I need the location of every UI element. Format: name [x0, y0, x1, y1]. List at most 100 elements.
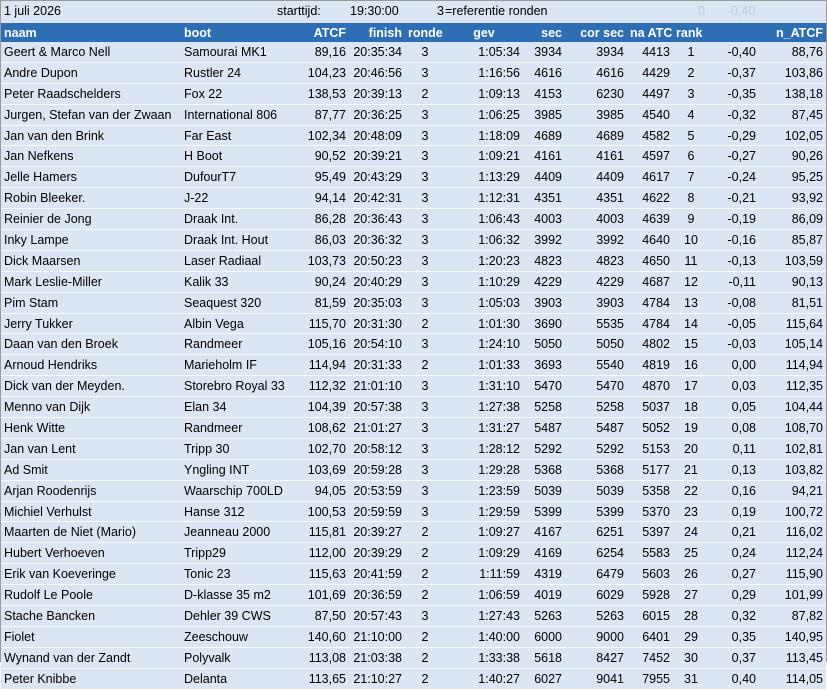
- cell-atcf[interactable]: 102,70: [293, 438, 349, 460]
- cell-boot[interactable]: Polyvalk: [181, 647, 293, 669]
- cell-correction[interactable]: 0,37: [709, 647, 759, 669]
- cell-cor-sec[interactable]: 3985: [565, 104, 627, 126]
- cell-atcf[interactable]: 94,05: [293, 480, 349, 502]
- cell-atcf[interactable]: 95,49: [293, 166, 349, 189]
- cell-sec[interactable]: 4409: [523, 166, 565, 189]
- cell-sec[interactable]: 4003: [523, 208, 565, 231]
- cell-n-atcf[interactable]: 108,70: [759, 417, 826, 439]
- cell-naam[interactable]: Stache Bancken: [1, 605, 181, 627]
- cell-n-atcf[interactable]: 114,05: [759, 668, 826, 690]
- cell-sec[interactable]: 4319: [523, 563, 565, 586]
- cell-ronde[interactable]: 3: [405, 501, 445, 523]
- cell-sec[interactable]: 4823: [523, 250, 565, 272]
- cell-n-atcf[interactable]: 105,14: [759, 333, 826, 356]
- cell-ronde[interactable]: 3: [405, 250, 445, 272]
- cell-n-atcf[interactable]: 114,94: [759, 354, 826, 377]
- cell-cor-sec[interactable]: 3934: [565, 42, 627, 63]
- cell-finish[interactable]: 20:46:56: [349, 62, 405, 84]
- cell-correction[interactable]: 0,32: [709, 605, 759, 627]
- cell-n-atcf[interactable]: 100,72: [759, 501, 826, 523]
- cell-naam[interactable]: Mark Leslie-Miller: [1, 271, 181, 293]
- cell-rank[interactable]: 10: [673, 229, 709, 251]
- cell-sec[interactable]: 5039: [523, 480, 565, 502]
- cell-correction[interactable]: 0,19: [709, 501, 759, 523]
- cell-correction[interactable]: 0,05: [709, 396, 759, 419]
- cell-gev[interactable]: 1:27:38: [445, 396, 523, 419]
- cell-cor-sec[interactable]: 6254: [565, 542, 627, 565]
- cell-sec[interactable]: 6000: [523, 626, 565, 648]
- cell-atcf[interactable]: 115,70: [293, 313, 349, 335]
- cell-atcf[interactable]: 114,94: [293, 354, 349, 377]
- cell-sec[interactable]: 6027: [523, 668, 565, 690]
- cell-finish[interactable]: 21:10:00: [349, 626, 405, 648]
- cell-cor-sec[interactable]: 9000: [565, 626, 627, 648]
- start-time-label[interactable]: starttijd:: [277, 4, 321, 18]
- cell-ronde[interactable]: 3: [405, 396, 445, 419]
- cell-naam[interactable]: Jerry Tukker: [1, 313, 181, 335]
- cell-n-atcf[interactable]: 90,26: [759, 145, 826, 168]
- cell-boot[interactable]: DufourT7: [181, 166, 293, 189]
- cell-naam[interactable]: Wynand van der Zandt: [1, 647, 181, 669]
- cell-rank[interactable]: 14: [673, 313, 709, 335]
- cell-naam[interactable]: Inky Lampe: [1, 229, 181, 251]
- cell-na-atcf[interactable]: 4819: [627, 354, 673, 377]
- cell-naam[interactable]: Robin Bleeker.: [1, 187, 181, 210]
- cell-gev[interactable]: 1:28:12: [445, 438, 523, 460]
- cell-ronde[interactable]: 3: [405, 166, 445, 189]
- cell-finish[interactable]: 20:54:10: [349, 333, 405, 356]
- cell-gev[interactable]: 1:09:21: [445, 145, 523, 168]
- cell-gev[interactable]: 1:23:59: [445, 480, 523, 502]
- cell-n-atcf[interactable]: 138,18: [759, 83, 826, 105]
- col-header-sec[interactable]: sec: [523, 23, 565, 42]
- cell-rank[interactable]: 13: [673, 292, 709, 314]
- cell-gev[interactable]: 1:01:30: [445, 313, 523, 335]
- cell-ronde[interactable]: 3: [405, 459, 445, 481]
- cell-boot[interactable]: Far East: [181, 125, 293, 147]
- cell-rank[interactable]: 26: [673, 563, 709, 586]
- cell-cor-sec[interactable]: 5470: [565, 375, 627, 398]
- reference-rounds-label[interactable]: =referentie ronden: [445, 4, 548, 18]
- cell-n-atcf[interactable]: 81,51: [759, 292, 826, 314]
- cell-atcf[interactable]: 87,50: [293, 605, 349, 627]
- cell-cor-sec[interactable]: 9041: [565, 668, 627, 690]
- cell-finish[interactable]: 21:03:38: [349, 647, 405, 669]
- cell-rank[interactable]: 27: [673, 584, 709, 607]
- cell-naam[interactable]: Menno van Dijk: [1, 396, 181, 419]
- cell-finish[interactable]: 20:31:33: [349, 354, 405, 377]
- col-header-rank[interactable]: rank: [673, 23, 709, 42]
- cell-naam[interactable]: Jan Nefkens: [1, 145, 181, 168]
- cell-n-atcf[interactable]: 95,25: [759, 166, 826, 189]
- cell-cor-sec[interactable]: 5050: [565, 333, 627, 356]
- cell-naam[interactable]: Reinier de Jong: [1, 208, 181, 231]
- cell-cor-sec[interactable]: 3992: [565, 229, 627, 251]
- cell-naam[interactable]: Geert & Marco Nell: [1, 42, 181, 63]
- cell-naam[interactable]: Rudolf Le Poole: [1, 584, 181, 607]
- cell-ronde[interactable]: 3: [405, 125, 445, 147]
- cell-na-atcf[interactable]: 7955: [627, 668, 673, 690]
- cell-rank[interactable]: 7: [673, 166, 709, 189]
- cell-cor-sec[interactable]: 5263: [565, 605, 627, 627]
- cell-sec[interactable]: 5470: [523, 375, 565, 398]
- cell-boot[interactable]: Delanta: [181, 668, 293, 690]
- cell-boot[interactable]: Laser Radiaal: [181, 250, 293, 272]
- cell-correction[interactable]: 0,29: [709, 584, 759, 607]
- cell-finish[interactable]: 20:40:29: [349, 271, 405, 293]
- cell-rank[interactable]: 12: [673, 271, 709, 293]
- cell-rank[interactable]: 2: [673, 62, 709, 84]
- cell-naam[interactable]: Pim Stam: [1, 292, 181, 314]
- cell-na-atcf[interactable]: 5928: [627, 584, 673, 607]
- cell-atcf[interactable]: 115,81: [293, 521, 349, 544]
- cell-na-atcf[interactable]: 4429: [627, 62, 673, 84]
- cell-sec[interactable]: 4153: [523, 83, 565, 105]
- cell-sec[interactable]: 4169: [523, 542, 565, 565]
- cell-atcf[interactable]: 113,65: [293, 668, 349, 690]
- cell-correction[interactable]: -0,29: [709, 125, 759, 147]
- cell-correction[interactable]: 0,21: [709, 521, 759, 544]
- cell-finish[interactable]: 20:48:09: [349, 125, 405, 147]
- cell-na-atcf[interactable]: 5358: [627, 480, 673, 502]
- cell-cor-sec[interactable]: 6251: [565, 521, 627, 544]
- cell-atcf[interactable]: 90,24: [293, 271, 349, 293]
- cell-naam[interactable]: Jan van den Brink: [1, 125, 181, 147]
- cell-correction[interactable]: -0,27: [709, 145, 759, 168]
- cell-finish[interactable]: 20:36:25: [349, 104, 405, 126]
